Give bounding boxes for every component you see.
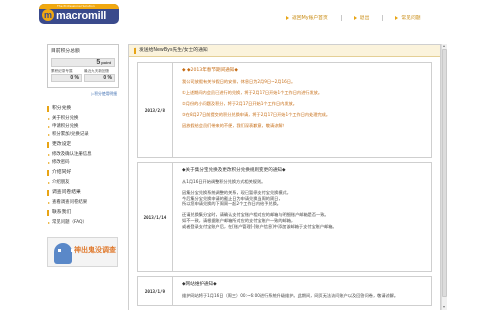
nav-logout-link[interactable]: 退出 xyxy=(353,14,370,21)
notice-paragraph: 因集分宝兑换系统调整的关系，现已暂停支付宝兑换模式， 今后集分宝兑换申请的截止日… xyxy=(182,190,291,207)
sidebar-item-faq[interactable]: 常见问题（FAQ） xyxy=(47,219,119,227)
points-sub-row: 累积纪录专属 0 % 最近九天新回馈 0 % xyxy=(51,69,115,82)
sidebar-item-view-survey-results[interactable]: 查看调查问卷结果 xyxy=(47,199,119,207)
sidebar-item-about-exchange[interactable]: 关于积分兑换 xyxy=(47,115,119,123)
points-unit: point xyxy=(101,60,111,65)
sidebar: 目前积分总额 5point 累积纪录专属 0 % 最近九天新回馈 0 % ▷积分… xyxy=(47,44,119,267)
notice-body: ◆关于集分宝兑换及更改积分兑换规则变更的通知◆ 从1月16日开始调整积分兑换方式… xyxy=(182,167,427,229)
vertical-scrollbar[interactable] xyxy=(441,44,447,310)
notice-item: 2013/1/14 ◆关于集分宝兑换及更改积分兑换规则变更的通知◆ 从1月16日… xyxy=(137,162,432,272)
ghost-mascot-icon xyxy=(54,243,74,264)
nav-group-survey-results: 调查问卷结果 查看调查问卷结果 xyxy=(47,190,119,207)
notice-paragraph: ③在8月27日前提交的积分兑换申请，将于2月17日开始1个工作日内处理完成。 xyxy=(182,112,331,118)
points-title: 目前积分总额 xyxy=(51,49,80,54)
sidebar-item-exchange-history[interactable]: 积分累加/兑换记录 xyxy=(47,131,119,139)
nav-myaccount-label: 返回My账户首页 xyxy=(292,16,328,21)
nav-group-head: 联系我们 xyxy=(47,210,119,216)
logo-mark-icon: m xyxy=(42,9,54,21)
nav-group-head: 积分兑换 xyxy=(47,106,119,112)
notice-heading: ◆关于集分宝兑换及更改积分兑换规则变更的通知◆ xyxy=(182,168,286,173)
title-dots: ◦ ◦ ◦ xyxy=(134,47,150,52)
nav-group-head: 调查问卷结果 xyxy=(47,190,119,196)
nav-group-points-exchange: 积分兑换 关于积分兑换 申请积分兑换 积分累加/兑换记录 xyxy=(47,106,119,139)
points-sub-left-value: 0 % xyxy=(51,74,82,82)
sidebar-item-change-password[interactable]: 修改密码 xyxy=(47,159,119,167)
nav-myaccount-link[interactable]: 返回My账户首页 xyxy=(286,14,328,21)
nav-group-settings: 更改设定 修改及确认注册信息 修改密码 xyxy=(47,142,119,167)
points-value-field: 5point xyxy=(51,58,115,67)
notice-paragraph: ①上述期间内会员已进行的兑换，将于2月17日开始1个工作日内进行发放。 xyxy=(182,90,323,96)
main-title-bar: 发送给NewBys先生/女士的通知 ◦ ◦ ◦ xyxy=(129,45,440,57)
promo-text: 神出鬼没调查 xyxy=(74,246,116,254)
points-history-link[interactable]: ▷积分使用明细 xyxy=(47,91,119,97)
points-summary-box: 目前积分总额 5point 累积纪录专属 0 % 最近九天新回馈 0 % xyxy=(47,44,119,88)
notice-paragraph: 我公司放假有关节假日的安排，休息日为2月9日~2月16日。 xyxy=(182,79,296,84)
notice-item: 2013/2/8 ◆ ◆2013年春节期间通知◆ 我公司放假有关节假日的安排，休… xyxy=(137,62,432,158)
triangle-bullet-icon xyxy=(286,15,289,20)
notice-item: 2013/1/9 ◆网站维护通知◆ 维护网站将于1月16日（周三）00:~6:0… xyxy=(137,276,432,306)
points-sub-right-value: 0 % xyxy=(84,74,115,82)
notice-paragraph: 维护网站将于1月16日（周三）00:~6:00进行系统升级维护。此期间，网页无法… xyxy=(182,293,399,298)
triangle-bullet-icon xyxy=(353,15,357,20)
nav-logout-label: 退出 xyxy=(359,16,370,21)
notice-date: 2013/1/9 xyxy=(138,277,173,305)
top-navigation: 返回My账户首页 退出 常见问题 xyxy=(286,14,434,21)
nav-group-head: 介绍同好 xyxy=(47,170,119,176)
scroll-down-arrow-icon[interactable] xyxy=(443,306,445,308)
notice-heading: ◆网站维护通知◆ xyxy=(182,282,217,287)
promo-banner[interactable]: 神出鬼没调查 xyxy=(47,237,118,267)
notice-body: ◆网站维护通知◆ 维护网站将于1月16日（周三）00:~6:00进行系统升级维护… xyxy=(182,281,427,299)
header: The Professional Solution m macromill 返回… xyxy=(0,0,500,30)
nav-faq-link[interactable]: 常见问题 xyxy=(395,14,421,21)
notice-date: 2013/2/8 xyxy=(138,63,173,157)
macromill-logo[interactable]: The Professional Solution m macromill xyxy=(39,4,119,24)
sidebar-item-invite-friends[interactable]: 介绍朋友 xyxy=(47,179,119,187)
triangle-bullet-icon xyxy=(395,15,399,20)
notice-heading: ◆ ◆2013年春节期间通知◆ xyxy=(182,68,238,73)
scroll-up-arrow-icon[interactable] xyxy=(443,45,445,47)
notice-body: ◆ ◆2013年春节期间通知◆ 我公司放假有关节假日的安排，休息日为2月9日~2… xyxy=(182,67,427,129)
nav-divider xyxy=(382,14,384,21)
sidebar-item-apply-exchange[interactable]: 申请积分兑换 xyxy=(47,123,119,131)
scrollbar-thumb[interactable] xyxy=(442,49,447,297)
logo-tagline: The Professional Solution xyxy=(39,4,119,9)
nav-faq-label: 常见问题 xyxy=(401,16,421,21)
notice-paragraph: ②月份的小问题及积分，将于2月17日开始1个工作日内发放。 xyxy=(182,101,297,107)
notice-paragraph: 因放假给会员们带来的不便，我们深表歉意，敬请谅解！ xyxy=(182,123,287,129)
main-panel: 发送给NewBys先生/女士的通知 ◦ ◦ ◦ 2013/2/8 ◆ ◆2013… xyxy=(128,44,441,310)
notice-paragraph: 还请兑换集分宝时，请确认支付宝账户相对应的邮箱与明细账户邮箱是否一致。 如不一致… xyxy=(182,212,337,229)
notice-date: 2013/1/14 xyxy=(138,163,173,271)
nav-group-referral: 介绍同好 介绍朋友 xyxy=(47,170,119,187)
nav-group-contact: 联系我们 常见问题（FAQ） xyxy=(47,210,119,227)
nav-divider xyxy=(340,14,342,21)
notice-paragraph: 从1月16日开始调整积分兑换方式相关规则。 xyxy=(182,179,266,184)
nav-group-head: 更改设定 xyxy=(47,142,119,148)
points-sub-right: 最近九天新回馈 0 % xyxy=(84,69,115,82)
points-value: 5 xyxy=(96,59,101,66)
points-sub-left: 累积纪录专属 0 % xyxy=(51,69,82,82)
sidebar-item-edit-profile[interactable]: 修改及确认注册信息 xyxy=(47,151,119,159)
logo-text: macromill xyxy=(56,10,107,22)
